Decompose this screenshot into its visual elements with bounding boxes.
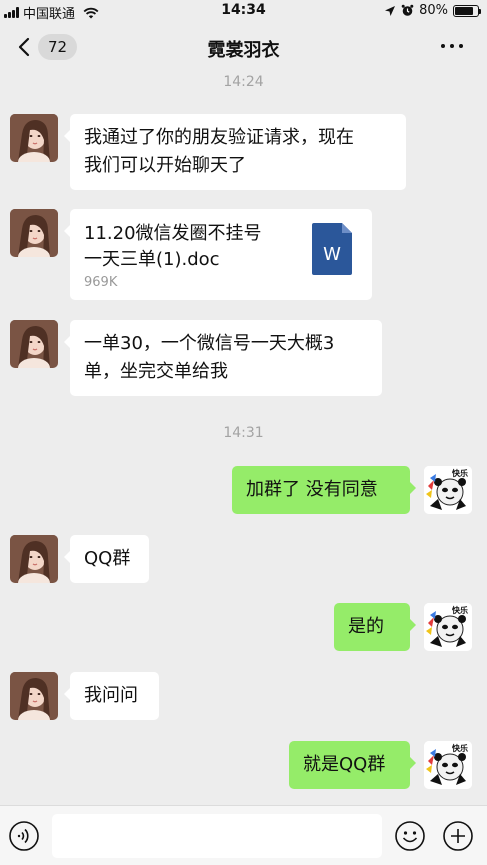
message-bubble-incoming[interactable]: 一单30，一个微信号一天大概3 单，坐完交单给我: [64, 320, 382, 396]
panda-caption: 快乐: [452, 743, 468, 753]
alarm-icon: [401, 4, 414, 16]
contact-avatar[interactable]: [10, 114, 58, 162]
panda-meme-avatar: 快乐: [424, 603, 472, 651]
location-arrow-icon: [385, 5, 396, 16]
panda-meme-avatar: 快乐: [424, 466, 472, 514]
panda-caption: 快乐: [452, 468, 468, 478]
more-button[interactable]: [441, 44, 463, 48]
status-bar-right: 80%: [384, 3, 481, 18]
plus-icon[interactable]: [442, 820, 474, 852]
file-message-card[interactable]: 11.20微信发圈不挂号 一天三单(1).doc 969K W: [64, 209, 372, 300]
word-icon-letter: W: [323, 244, 341, 265]
message-input[interactable]: [52, 814, 382, 858]
timestamp: 14:24: [223, 74, 264, 90]
message-bubble-incoming[interactable]: 我问问: [64, 672, 159, 720]
contact-avatar-image: [10, 535, 58, 583]
contact-avatar-image: [10, 209, 58, 257]
input-bar: [0, 805, 487, 865]
my-avatar[interactable]: 快乐: [424, 741, 472, 789]
message-bubble-outgoing[interactable]: 就是QQ群: [289, 741, 416, 789]
contact-avatar[interactable]: [10, 535, 58, 583]
contact-avatar-image: [10, 114, 58, 162]
contact-avatar[interactable]: [10, 209, 58, 257]
battery-fill: [455, 6, 473, 15]
battery-percent: 80%: [419, 3, 448, 18]
message-bubble-incoming[interactable]: 我通过了你的朋友验证请求，现在 我们可以开始聊天了: [64, 114, 406, 190]
more-dot-icon: [459, 44, 463, 48]
chat-title: 霓裳羽衣: [207, 40, 280, 61]
message-bubble-outgoing[interactable]: 是的: [334, 603, 416, 651]
contact-avatar-image: [10, 320, 58, 368]
my-avatar[interactable]: 快乐: [424, 603, 472, 651]
panda-caption: 快乐: [452, 605, 468, 615]
contact-avatar-image: [10, 672, 58, 720]
emoji-icon[interactable]: [394, 820, 426, 852]
status-bar: 中国联通 14:34 80%: [0, 0, 487, 22]
panda-meme-avatar: 快乐: [424, 741, 472, 789]
battery-icon: [453, 4, 481, 17]
chat-header: 72 霓裳羽衣: [0, 22, 487, 74]
message-bubble-outgoing[interactable]: 加群了 没有同意: [232, 466, 416, 514]
word-document-icon: W: [312, 223, 352, 275]
my-avatar[interactable]: 快乐: [424, 466, 472, 514]
contact-avatar[interactable]: [10, 672, 58, 720]
more-dot-icon: [441, 44, 445, 48]
file-name: 11.20微信发圈不挂号 一天三单(1).doc: [84, 223, 262, 270]
message-bubble-incoming[interactable]: QQ群: [64, 535, 149, 583]
contact-avatar[interactable]: [10, 320, 58, 368]
file-size: 969K: [84, 275, 118, 290]
more-dot-icon: [450, 44, 454, 48]
timestamp: 14:31: [223, 425, 264, 441]
voice-input-icon[interactable]: [8, 820, 40, 852]
